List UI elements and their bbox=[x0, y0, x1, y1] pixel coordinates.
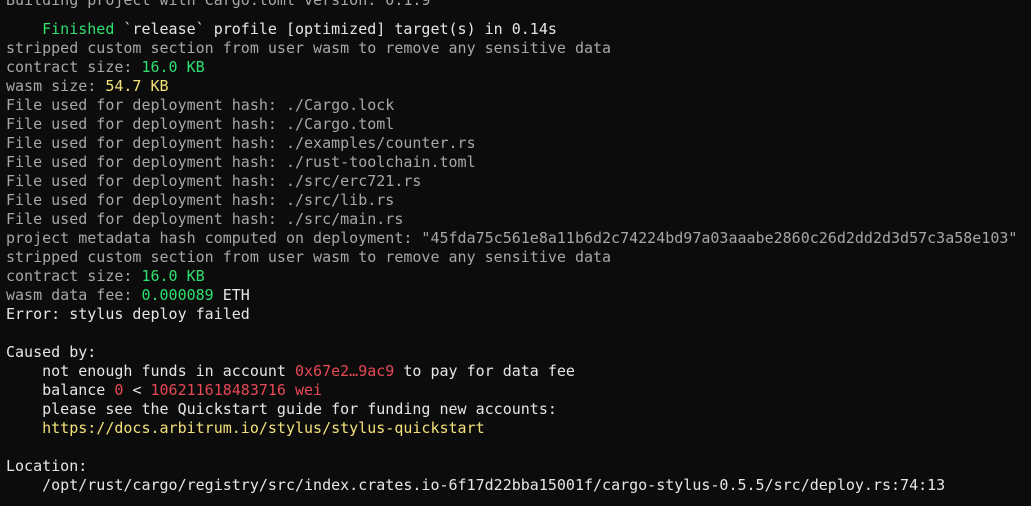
wasm-size-value: 54.7 KB bbox=[105, 77, 169, 95]
location-path: /opt/rust/cargo/registry/src/index.crate… bbox=[42, 476, 946, 494]
finished-label: Finished bbox=[42, 20, 115, 38]
funds-suffix: to pay for data fee bbox=[403, 362, 575, 380]
hash-prefix: File used for deployment hash: bbox=[6, 153, 277, 171]
building-line: Building project with Cargo.toml version… bbox=[6, 0, 431, 9]
hash-prefix: File used for deployment hash: bbox=[6, 172, 277, 190]
wasm-fee-unit: ETH bbox=[222, 286, 250, 304]
location-label: Location: bbox=[6, 457, 88, 475]
wasm-size-label: wasm size: bbox=[6, 77, 97, 95]
required-value: 106211618483716 wei bbox=[150, 381, 323, 399]
location-path-line: /opt/rust/cargo/registry/src/index.crate… bbox=[6, 476, 945, 495]
quickstart-text: please see the Quickstart guide for fund… bbox=[42, 400, 557, 418]
hash-file-line: File used for deployment hash: ./Cargo.l… bbox=[6, 96, 394, 115]
wasm-fee-value: 0.000089 bbox=[141, 286, 214, 304]
finished-line: Finished `release` profile [optimized] t… bbox=[6, 20, 557, 39]
hash-file-line: File used for deployment hash: ./src/mai… bbox=[6, 210, 403, 229]
contract-size-line: contract size: 16.0 KB bbox=[6, 58, 205, 77]
contract-size-value: 16.0 KB bbox=[141, 267, 205, 285]
metadata-hash-line: project metadata hash computed on deploy… bbox=[6, 229, 1018, 247]
stripped-line-2: stripped custom section from user wasm t… bbox=[6, 248, 612, 266]
terminal-window[interactable]: Building project with Cargo.toml version… bbox=[0, 0, 1031, 506]
wasm-fee-line: wasm data fee: 0.000089 ETH bbox=[6, 286, 250, 305]
hash-file-path: ./Cargo.toml bbox=[285, 115, 395, 133]
balance-line: balance 0 < 106211618483716 wei bbox=[6, 381, 322, 400]
funds-prefix: not enough funds in account bbox=[42, 362, 286, 380]
finished-rest: `release` profile [optimized] target(s) … bbox=[123, 20, 557, 38]
contract-size-label: contract size: bbox=[6, 267, 133, 285]
hash-file-line: File used for deployment hash: ./src/lib… bbox=[6, 191, 394, 210]
contract-size-label: contract size: bbox=[6, 58, 133, 76]
hash-file-line: File used for deployment hash: ./example… bbox=[6, 134, 476, 153]
wasm-fee-label: wasm data fee: bbox=[6, 286, 133, 304]
balance-label: balance bbox=[42, 381, 106, 399]
hash-file-path: ./src/erc721.rs bbox=[285, 172, 422, 190]
caused-by-label: Caused by: bbox=[6, 343, 97, 361]
quickstart-url-line: https://docs.arbitrum.io/stylus/stylus-q… bbox=[6, 419, 485, 438]
contract-size-value: 16.0 KB bbox=[141, 58, 205, 76]
account-address: 0x67e2…9ac9 bbox=[295, 362, 395, 380]
hash-file-line: File used for deployment hash: ./src/erc… bbox=[6, 172, 421, 191]
hash-prefix: File used for deployment hash: bbox=[6, 210, 277, 228]
hash-file-path: ./rust-toolchain.toml bbox=[285, 153, 476, 171]
error-title: Error: stylus deploy failed bbox=[6, 305, 250, 323]
hash-file-line: File used for deployment hash: ./Cargo.t… bbox=[6, 115, 394, 134]
stripped-line-1: stripped custom section from user wasm t… bbox=[6, 39, 612, 57]
hash-file-path: ./Cargo.lock bbox=[285, 96, 395, 114]
hash-file-path: ./examples/counter.rs bbox=[285, 134, 476, 152]
hash-file-line: File used for deployment hash: ./rust-to… bbox=[6, 153, 476, 172]
wasm-size-line: wasm size: 54.7 KB bbox=[6, 77, 169, 96]
contract-size-line-2: contract size: 16.0 KB bbox=[6, 267, 205, 286]
funds-line: not enough funds in account 0x67e2…9ac9 … bbox=[6, 362, 575, 381]
quickstart-line: please see the Quickstart guide for fund… bbox=[6, 400, 557, 419]
hash-prefix: File used for deployment hash: bbox=[6, 96, 277, 114]
hash-file-path: ./src/lib.rs bbox=[285, 191, 395, 209]
hash-prefix: File used for deployment hash: bbox=[6, 191, 277, 209]
hash-prefix: File used for deployment hash: bbox=[6, 115, 277, 133]
quickstart-link[interactable]: https://docs.arbitrum.io/stylus/stylus-q… bbox=[42, 419, 485, 437]
hash-file-path: ./src/main.rs bbox=[285, 210, 404, 228]
hash-prefix: File used for deployment hash: bbox=[6, 134, 277, 152]
